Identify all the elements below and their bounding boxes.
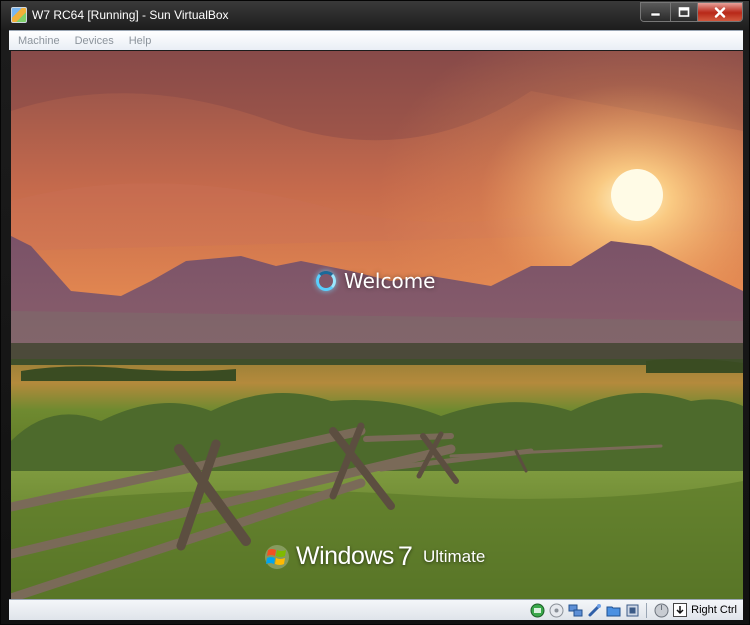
close-icon	[714, 6, 726, 18]
windows-flag-icon	[265, 544, 289, 569]
brand-edition: Ultimate	[422, 546, 486, 566]
minimize-button[interactable]	[641, 3, 671, 21]
menu-help[interactable]: Help	[129, 35, 152, 47]
minimize-icon	[650, 12, 660, 17]
shared-folders-icon[interactable]	[605, 602, 621, 618]
cd-dvd-icon[interactable]	[548, 602, 564, 618]
hard-disk-icon[interactable]	[529, 602, 545, 618]
window-title: W7 RC64 [Running] - Sun VirtualBox	[32, 8, 229, 22]
windows-branding: Windows 7 Ultimate	[264, 541, 485, 572]
close-button[interactable]	[698, 3, 742, 21]
status-separator	[646, 602, 648, 618]
maximize-icon	[678, 7, 690, 17]
virtualbox-app-icon[interactable]	[11, 7, 27, 23]
virtualbox-window: W7 RC64 [Running] - Sun VirtualBox Machi…	[0, 0, 750, 625]
menu-machine[interactable]: Machine	[18, 35, 60, 47]
welcome-text: Welcome	[344, 269, 436, 293]
maximize-button[interactable]	[671, 3, 698, 21]
mouse-integration-icon[interactable]	[653, 602, 669, 618]
menu-devices[interactable]: Devices	[75, 35, 114, 47]
host-key-label: Right Ctrl	[691, 604, 737, 616]
host-key-indicator[interactable]: Right Ctrl	[672, 602, 737, 618]
guest-display[interactable]: Welcome Windows 7 Ultimate	[11, 51, 743, 599]
title-bar[interactable]: W7 RC64 [Running] - Sun VirtualBox	[1, 1, 749, 31]
welcome-message: Welcome	[316, 269, 435, 293]
usb-icon[interactable]	[586, 602, 602, 618]
status-bar: Right Ctrl	[9, 599, 743, 620]
brand-name: Windows	[296, 542, 394, 570]
landscape-wallpaper	[11, 51, 743, 599]
virtualization-icon[interactable]	[624, 602, 640, 618]
arrow-down-icon	[672, 602, 688, 618]
network-icon[interactable]	[567, 602, 583, 618]
loading-spinner-icon	[316, 271, 336, 291]
caption-buttons	[640, 2, 743, 22]
brand-version: 7	[397, 541, 413, 571]
menu-bar: Machine Devices Help	[9, 30, 743, 50]
